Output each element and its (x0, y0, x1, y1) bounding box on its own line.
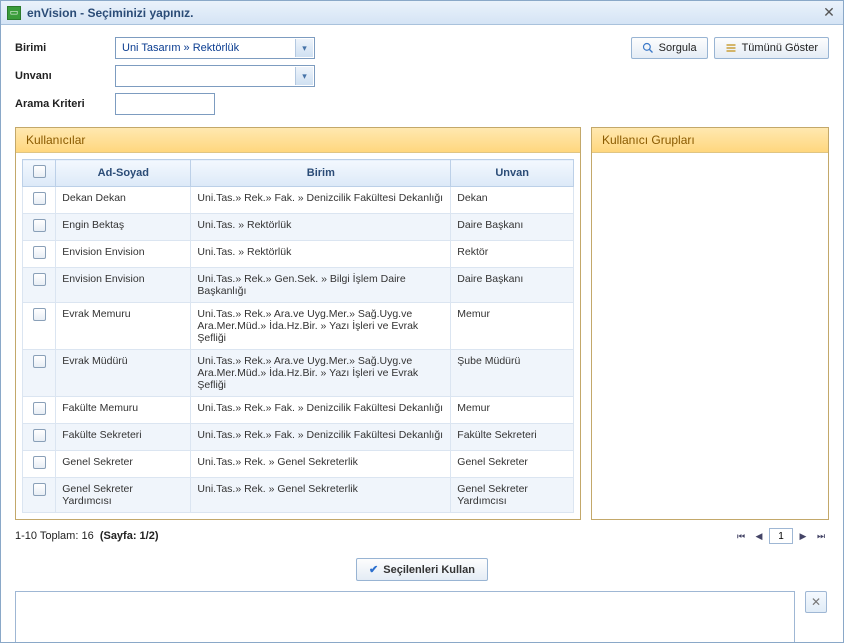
cell-birim: Uni.Tas.» Rek.» Ara.ve Uyg.Mer.» Sağ.Uyg… (191, 350, 451, 397)
cell-adsoyad: Evrak Memuru (56, 303, 191, 350)
birimi-value: Uni Tasarım » Rektörlük (122, 42, 239, 54)
cell-birim: Uni.Tas. » Rektörlük (191, 241, 451, 268)
secilenleri-kullan-button[interactable]: ✔ Seçilenleri Kullan (356, 558, 488, 581)
cell-birim: Uni.Tas.» Rek.» Gen.Sek. » Bilgi İşlem D… (191, 268, 451, 303)
chevron-down-icon[interactable] (295, 39, 313, 57)
cell-birim: Uni.Tas.» Rek. » Genel Sekreterlik (191, 451, 451, 478)
cell-birim: Uni.Tas.» Rek.» Fak. » Denizcilik Fakült… (191, 187, 451, 214)
window-title: enVision - Seçiminizi yapınız. (27, 6, 194, 20)
table-row[interactable]: Envision EnvisionUni.Tas.» Rek.» Gen.Sek… (23, 268, 574, 303)
chevron-down-icon[interactable] (295, 67, 313, 85)
table-row[interactable]: Engin BektaşUni.Tas. » RektörlükDaire Ba… (23, 214, 574, 241)
cell-unvan: Şube Müdürü (451, 350, 574, 397)
first-page-button[interactable]: ⏮ (733, 528, 749, 544)
cell-unvan: Memur (451, 303, 574, 350)
cell-birim: Uni.Tas.» Rek.» Fak. » Denizcilik Fakült… (191, 397, 451, 424)
list-icon (725, 42, 737, 54)
users-panel-title: Kullanıcılar (16, 128, 580, 153)
col-adsoyad[interactable]: Ad-Soyad (56, 160, 191, 187)
table-row[interactable]: Evrak MemuruUni.Tas.» Rek.» Ara.ve Uyg.M… (23, 303, 574, 350)
cell-unvan: Genel Sekreter Yardımcısı (451, 478, 574, 513)
unvani-label: Unvanı (15, 70, 115, 82)
groups-body (592, 153, 828, 453)
table-row[interactable]: Fakülte MemuruUni.Tas.» Rek.» Fak. » Den… (23, 397, 574, 424)
row-checkbox[interactable] (33, 456, 46, 469)
cell-birim: Uni.Tas. » Rektörlük (191, 214, 451, 241)
birimi-select[interactable]: Uni Tasarım » Rektörlük (115, 37, 315, 59)
row-checkbox[interactable] (33, 273, 46, 286)
table-row[interactable]: Evrak MüdürüUni.Tas.» Rek.» Ara.ve Uyg.M… (23, 350, 574, 397)
dialog-window: ▭ enVision - Seçiminizi yapınız. ✕ Birim… (0, 0, 844, 643)
titlebar: ▭ enVision - Seçiminizi yapınız. ✕ (1, 1, 843, 25)
app-icon: ▭ (7, 6, 21, 20)
close-icon[interactable]: ✕ (821, 4, 837, 21)
checkbox-all[interactable] (33, 165, 46, 178)
row-checkbox[interactable] (33, 219, 46, 232)
pager: 1-10 Toplam: 16 (Sayfa: 1/2) ⏮ ◀ ▶ ⏭ (15, 528, 829, 544)
table-row[interactable]: Fakülte SekreteriUni.Tas.» Rek.» Fak. » … (23, 424, 574, 451)
cell-adsoyad: Engin Bektaş (56, 214, 191, 241)
cell-unvan: Memur (451, 397, 574, 424)
row-checkbox[interactable] (33, 402, 46, 415)
birimi-label: Birimi (15, 42, 115, 54)
arama-input[interactable] (115, 93, 215, 115)
cell-unvan: Rektör (451, 241, 574, 268)
filter-row-unvani: Unvanı (15, 65, 829, 87)
unvani-select[interactable] (115, 65, 315, 87)
content-area: Birimi Uni Tasarım » Rektörlük Sorgula (1, 25, 843, 642)
tumunu-goster-button[interactable]: Tümünü Göster (714, 37, 829, 59)
table-row[interactable]: Genel SekreterUni.Tas.» Rek. » Genel Sek… (23, 451, 574, 478)
cell-adsoyad: Envision Envision (56, 241, 191, 268)
cell-adsoyad: Dekan Dekan (56, 187, 191, 214)
remove-selection-button[interactable]: ✕ (805, 591, 827, 613)
page-input[interactable] (769, 528, 793, 544)
col-unvan[interactable]: Unvan (451, 160, 574, 187)
cell-adsoyad: Fakülte Sekreteri (56, 424, 191, 451)
cell-unvan: Fakülte Sekreteri (451, 424, 574, 451)
cell-adsoyad: Genel Sekreter (56, 451, 191, 478)
row-checkbox[interactable] (33, 308, 46, 321)
cell-birim: Uni.Tas.» Rek.» Ara.ve Uyg.Mer.» Sağ.Uyg… (191, 303, 451, 350)
cell-adsoyad: Envision Envision (56, 268, 191, 303)
cell-birim: Uni.Tas.» Rek.» Fak. » Denizcilik Fakült… (191, 424, 451, 451)
cell-unvan: Daire Başkanı (451, 214, 574, 241)
secilenleri-kullan-label: Seçilenleri Kullan (383, 564, 475, 576)
table-row[interactable]: Genel Sekreter YardımcısıUni.Tas.» Rek. … (23, 478, 574, 513)
col-birim[interactable]: Birim (191, 160, 451, 187)
close-icon: ✕ (811, 595, 821, 609)
cell-birim: Uni.Tas.» Rek. » Genel Sekreterlik (191, 478, 451, 513)
row-checkbox[interactable] (33, 192, 46, 205)
prev-page-button[interactable]: ◀ (751, 528, 767, 544)
row-checkbox[interactable] (33, 246, 46, 259)
pager-info: 1-10 Toplam: 16 (Sayfa: 1/2) (15, 530, 159, 542)
users-panel: Kullanıcılar Ad-Soyad Birim Unvan (15, 127, 581, 520)
filter-row-birimi: Birimi Uni Tasarım » Rektörlük Sorgula (15, 37, 829, 59)
next-page-button[interactable]: ▶ (795, 528, 811, 544)
sorgula-label: Sorgula (659, 42, 697, 54)
sorgula-button[interactable]: Sorgula (631, 37, 708, 59)
check-icon: ✔ (369, 563, 378, 576)
cell-adsoyad: Genel Sekreter Yardımcısı (56, 478, 191, 513)
cell-unvan: Dekan (451, 187, 574, 214)
row-checkbox[interactable] (33, 429, 46, 442)
tumunu-goster-label: Tümünü Göster (742, 42, 818, 54)
cell-unvan: Genel Sekreter (451, 451, 574, 478)
selected-items-box[interactable] (15, 591, 795, 642)
row-checkbox[interactable] (33, 483, 46, 496)
users-table: Ad-Soyad Birim Unvan Dekan DekanUni.Tas.… (22, 159, 574, 513)
arama-label: Arama Kriteri (15, 98, 115, 110)
row-checkbox[interactable] (33, 355, 46, 368)
groups-panel-title: Kullanıcı Grupları (592, 128, 828, 153)
cell-adsoyad: Evrak Müdürü (56, 350, 191, 397)
table-row[interactable]: Dekan DekanUni.Tas.» Rek.» Fak. » Denizc… (23, 187, 574, 214)
filter-row-arama: Arama Kriteri (15, 93, 829, 115)
cell-unvan: Daire Başkanı (451, 268, 574, 303)
table-row[interactable]: Envision EnvisionUni.Tas. » RektörlükRek… (23, 241, 574, 268)
search-icon (642, 42, 654, 54)
groups-panel: Kullanıcı Grupları (591, 127, 829, 520)
col-check[interactable] (23, 160, 56, 187)
cell-adsoyad: Fakülte Memuru (56, 397, 191, 424)
last-page-button[interactable]: ⏭ (813, 528, 829, 544)
